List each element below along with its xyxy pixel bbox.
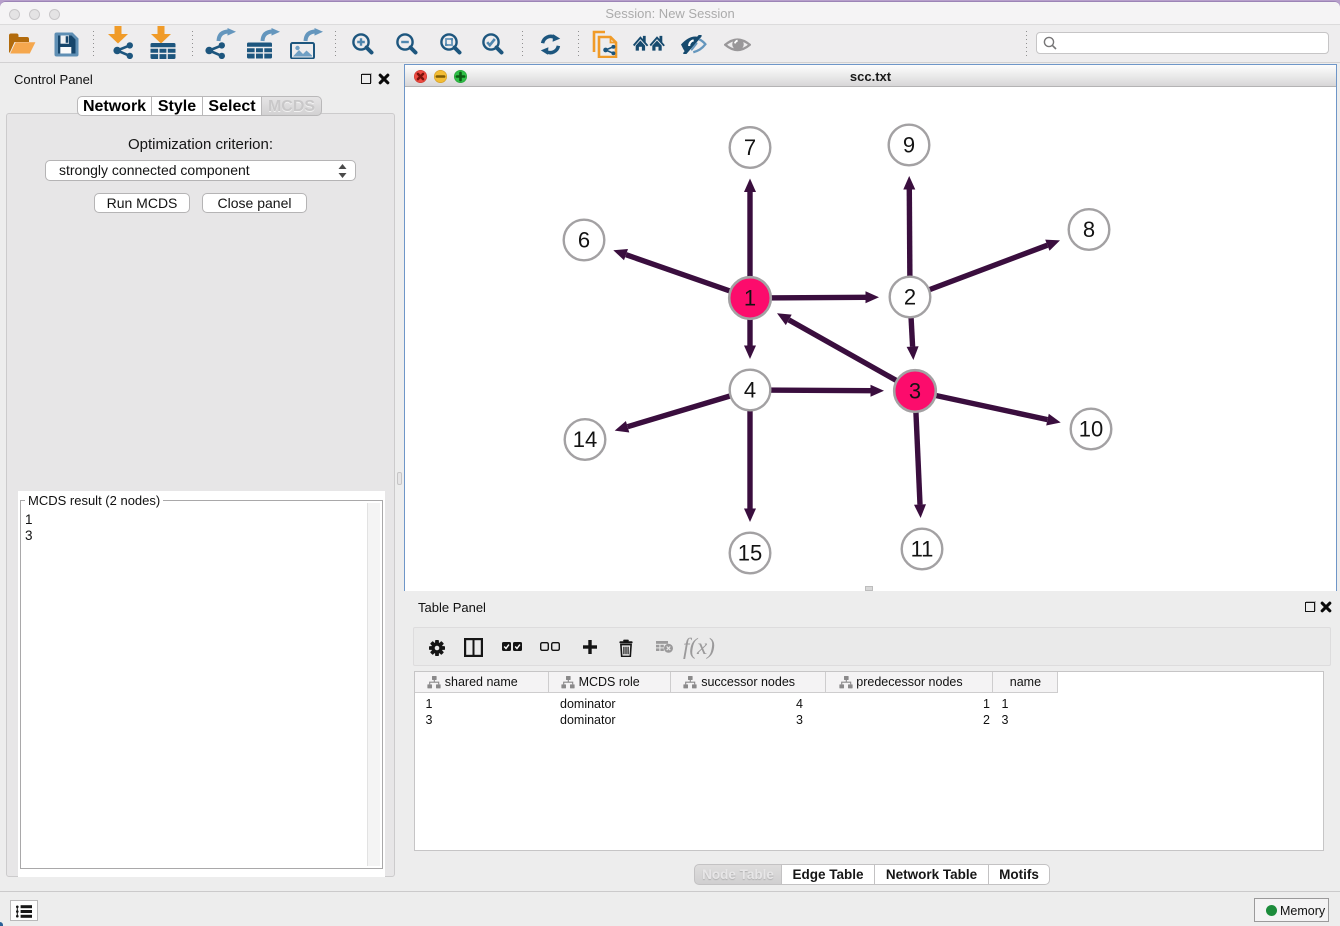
svg-text:11: 11 xyxy=(911,537,934,562)
svg-text:10: 10 xyxy=(1079,417,1103,442)
svg-text:15: 15 xyxy=(738,541,762,566)
svg-text:7: 7 xyxy=(744,135,756,160)
svg-text:9: 9 xyxy=(903,133,915,158)
svg-text:1: 1 xyxy=(744,286,756,311)
svg-text:2: 2 xyxy=(904,285,916,310)
svg-text:3: 3 xyxy=(909,379,921,404)
svg-text:8: 8 xyxy=(1083,217,1095,242)
svg-text:6: 6 xyxy=(578,228,590,253)
svg-text:14: 14 xyxy=(573,427,597,452)
svg-text:4: 4 xyxy=(744,378,756,403)
